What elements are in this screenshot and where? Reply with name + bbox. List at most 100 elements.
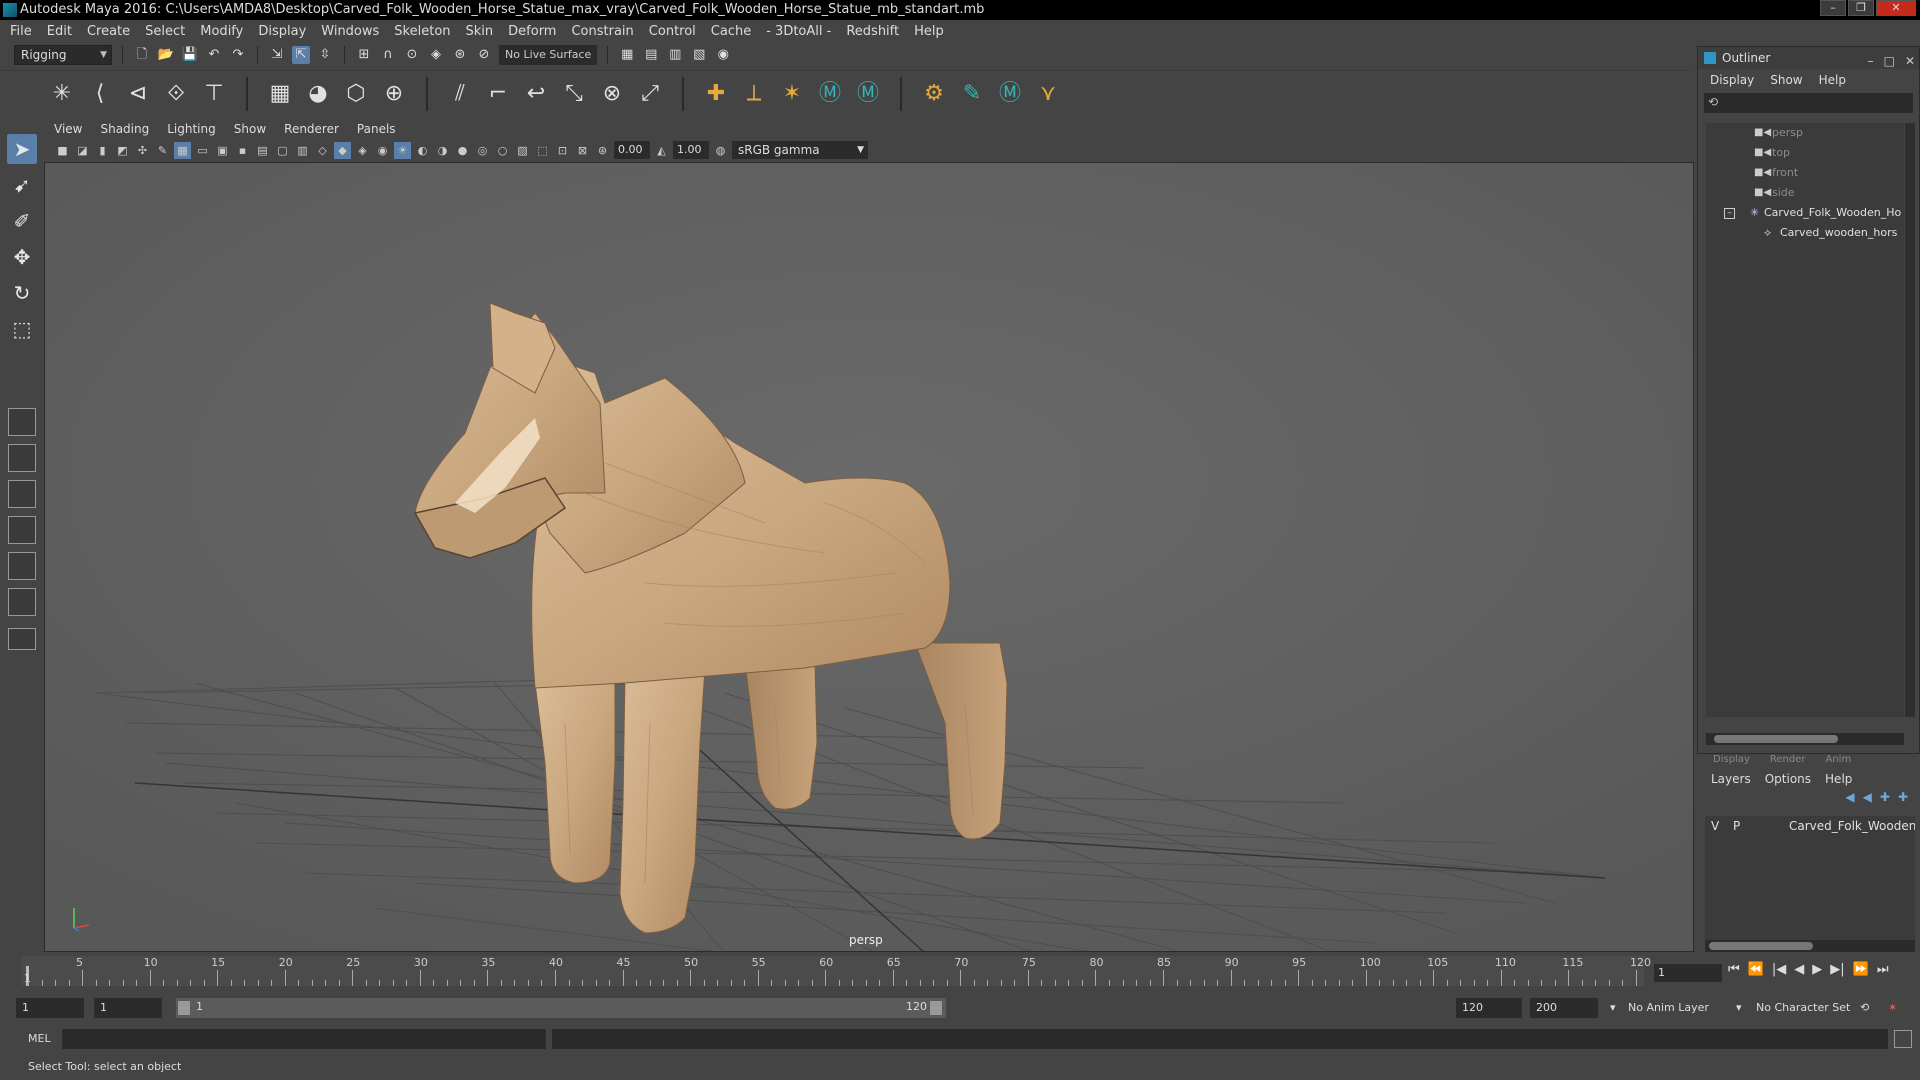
quick-rig-icon[interactable]: ✎ (958, 80, 986, 108)
textured-icon[interactable]: ◉ (374, 142, 391, 159)
tab-display[interactable]: Display (1713, 754, 1750, 768)
panel-menu-shading[interactable]: Shading (100, 122, 149, 136)
outliner-item-top[interactable]: ■◀ top (1706, 143, 1904, 163)
move-tool-icon[interactable]: ✥ (7, 242, 37, 272)
wireframe-icon[interactable]: ◇ (314, 142, 331, 159)
new-scene-icon[interactable]: 🗋 (133, 46, 151, 64)
outliner-item-persp[interactable]: ■◀ persp (1706, 123, 1904, 143)
range-start-handle[interactable] (178, 1001, 190, 1015)
chevron-down-icon[interactable]: ▾ (1736, 998, 1742, 1018)
outliner-persp-layout-icon[interactable] (8, 588, 36, 616)
outliner-item-front[interactable]: ■◀ front (1706, 163, 1904, 183)
bookmark-icon[interactable]: ▮ (94, 142, 111, 159)
shadows-icon[interactable]: ◐ (414, 142, 431, 159)
step-forward-frame-icon[interactable]: ⏩ (1853, 962, 1869, 977)
exposure-field[interactable]: 0.00 (614, 141, 650, 159)
camera-attributes-icon[interactable]: ◪ (74, 142, 91, 159)
layer-horizontal-scrollbar[interactable] (1705, 940, 1915, 952)
new-layer-icon[interactable]: ✚ (1880, 790, 1890, 812)
scale-tool-icon[interactable]: ⬚ (7, 314, 37, 344)
panel-menu-view[interactable]: View (54, 122, 82, 136)
wrap-icon[interactable]: ⬡ (342, 80, 370, 108)
field-chart-icon[interactable]: ▤ (254, 142, 271, 159)
move-layer-up-icon[interactable]: ◀ (1845, 790, 1854, 812)
playback-start-field[interactable]: 1 (94, 998, 162, 1018)
multisample-aa-icon[interactable]: ◎ (474, 142, 491, 159)
snap-curve-icon[interactable]: ∩ (379, 46, 397, 64)
panel-menu-show[interactable]: Show (234, 122, 266, 136)
motion-blur-icon[interactable]: ● (454, 142, 471, 159)
xray-joints-icon[interactable]: ⊡ (554, 142, 571, 159)
layer-menu-help[interactable]: Help (1825, 768, 1852, 790)
menu-file[interactable]: File (10, 24, 32, 39)
layer-playback-toggle[interactable]: P (1733, 816, 1740, 836)
aim-constraint-icon[interactable]: ✶ (778, 80, 806, 108)
lattice-icon[interactable]: ▦ (266, 80, 294, 108)
play-backwards-icon[interactable]: ◀ (1794, 962, 1804, 977)
layer-row[interactable]: V P Carved_Folk_Wooden (1705, 816, 1915, 836)
isolate-select-icon[interactable]: ▧ (514, 142, 531, 159)
smooth-skin-icon[interactable]: ⤡ (560, 80, 588, 108)
grease-pencil-icon[interactable]: ✎ (154, 142, 171, 159)
menu-select[interactable]: Select (145, 24, 185, 39)
select-tool-icon[interactable]: ➤ (7, 134, 37, 164)
snap-together-icon[interactable]: ⊘ (475, 46, 493, 64)
ipr-render-icon[interactable]: ▥ (666, 46, 684, 64)
exposure-icon[interactable]: ⊛ (594, 142, 611, 159)
snap-live-icon[interactable]: ⊛ (451, 46, 469, 64)
grid-toggle-icon[interactable]: ▦ (174, 141, 191, 159)
single-pane-layout-icon[interactable] (8, 408, 36, 436)
select-hierarchy-icon[interactable]: ⇲ (268, 46, 286, 64)
menu-3dtoall[interactable]: - 3DtoAll - (766, 24, 831, 39)
panel-menu-lighting[interactable]: Lighting (167, 122, 216, 136)
animation-start-field[interactable]: 1 (16, 998, 84, 1018)
wireframe-on-shaded-icon[interactable]: ◈ (354, 142, 371, 159)
character-set-dropdown[interactable]: No Character Set (1756, 998, 1850, 1018)
image-plane-icon[interactable]: ◩ (114, 142, 131, 159)
outliner-menu-display[interactable]: Display (1710, 69, 1754, 91)
snap-grid-icon[interactable]: ⊞ (355, 46, 373, 64)
lasso-tool-icon[interactable]: ➹ (7, 170, 37, 200)
go-to-end-icon[interactable]: ⏭ (1877, 962, 1889, 977)
safe-action-icon[interactable]: ▢ (274, 142, 291, 159)
command-language-label[interactable]: MEL (28, 1032, 51, 1045)
animation-end-field[interactable]: 200 (1530, 998, 1598, 1018)
hik-character-icon[interactable]: Ⓜ (816, 80, 844, 108)
layer-visibility-toggle[interactable]: V (1711, 816, 1719, 836)
gate-mask-icon[interactable]: ▪ (234, 142, 251, 159)
menu-create[interactable]: Create (87, 24, 130, 39)
add-influence-icon[interactable]: ⤢ (636, 80, 664, 108)
go-to-start-icon[interactable]: ⏮ (1728, 962, 1740, 977)
outliner-menu-show[interactable]: Show (1770, 69, 1802, 91)
mirror-joint-icon[interactable]: ⊲ (124, 80, 152, 108)
color-management-icon[interactable]: ◍ (712, 142, 729, 159)
screen-space-ao-icon[interactable]: ◑ (434, 142, 451, 159)
menu-edit[interactable]: Edit (47, 24, 72, 39)
animation-preferences-icon[interactable]: ✶ (1888, 998, 1897, 1018)
outliner-item-group[interactable]: – ✳ Carved_Folk_Wooden_Ho (1706, 203, 1904, 223)
layer-menu-options[interactable]: Options (1765, 768, 1811, 790)
live-surface-field[interactable]: No Live Surface (499, 45, 598, 65)
menuset-dropdown[interactable]: Rigging ▼ (14, 45, 112, 65)
safe-title-icon[interactable]: ▥ (294, 142, 311, 159)
open-scene-icon[interactable]: 📂 (157, 46, 175, 64)
menu-deform[interactable]: Deform (508, 24, 556, 39)
outliner-maximize-button[interactable]: □ (1884, 50, 1895, 72)
view-transform-dropdown[interactable]: sRGB gamma ▼ (732, 141, 868, 159)
blend-shape-icon[interactable]: ⚙ (920, 80, 948, 108)
layer-menu-layers[interactable]: Layers (1711, 768, 1751, 790)
gamma-field[interactable]: 1.00 (673, 141, 709, 159)
paint-select-tool-icon[interactable]: ✐ (7, 206, 37, 236)
hypershade-icon[interactable]: ◉ (714, 46, 732, 64)
interactive-bind-icon[interactable]: ⌐ (484, 80, 512, 108)
insert-joint-icon[interactable]: ⟨ (86, 80, 114, 108)
hik-skeleton-icon[interactable]: Ⓜ (996, 80, 1024, 108)
menu-cache[interactable]: Cache (711, 24, 751, 39)
film-gate-icon[interactable]: ▭ (194, 142, 211, 159)
four-pane-layout-icon[interactable] (8, 444, 36, 472)
scrollbar-thumb[interactable] (1714, 735, 1838, 743)
outliner-close-button[interactable]: ✕ (1905, 50, 1915, 72)
outliner-menu-help[interactable]: Help (1819, 69, 1846, 91)
menu-skeleton[interactable]: Skeleton (394, 24, 450, 39)
select-object-icon[interactable]: ⇱ (292, 46, 310, 64)
